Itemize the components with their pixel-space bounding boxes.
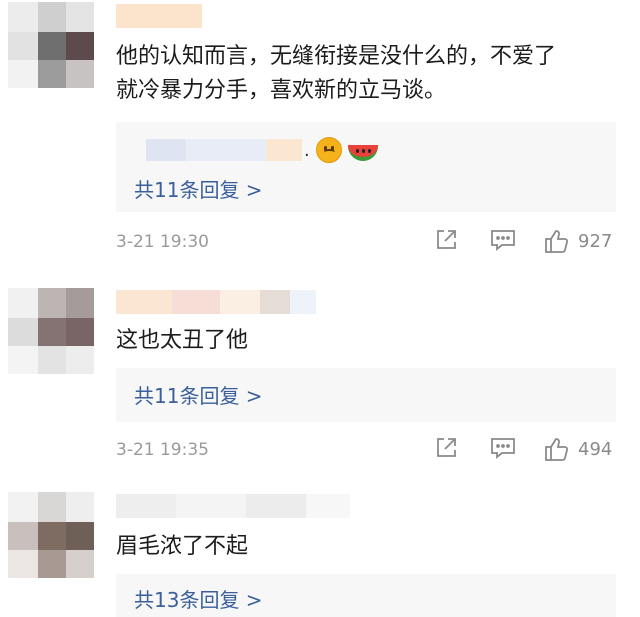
avatar[interactable] xyxy=(8,288,94,374)
comment-item: 这也太丑了他 共11条回复 > 3-21 19:35 494 xyxy=(0,284,640,484)
username-blurred[interactable] xyxy=(116,494,350,518)
comment-text: 他的认知而言，无缝衔接是没什么的，不爱了 就冷暴力分手，喜欢新的立马谈。 xyxy=(116,40,556,108)
reply-preview-text: . xyxy=(304,139,310,161)
reply-preview: . xyxy=(146,134,378,166)
comment-button[interactable] xyxy=(490,436,516,460)
reply-count-link[interactable]: 共13条回复 > xyxy=(134,584,263,613)
reply-box[interactable]: 共11条回复 > xyxy=(116,368,616,422)
like-button[interactable]: 927 xyxy=(544,228,612,254)
comment-button[interactable] xyxy=(490,228,516,252)
reply-count-link[interactable]: 共11条回复 > xyxy=(134,380,263,409)
comment-item: 他的认知而言，无缝衔接是没什么的，不爱了 就冷暴力分手，喜欢新的立马谈。 . 共… xyxy=(0,0,640,260)
watermelon-emoji-icon xyxy=(347,145,378,161)
like-count: 494 xyxy=(578,438,613,460)
comment-text-line: 眉毛浓了不起 xyxy=(116,534,249,559)
timestamp: 3-21 19:35 xyxy=(116,440,209,460)
reply-box[interactable]: . 共11条回复 > xyxy=(116,122,616,212)
comment-text-line: 这也太丑了他 xyxy=(116,328,249,353)
thumbs-up-icon xyxy=(545,230,569,253)
username-blurred[interactable] xyxy=(116,4,202,28)
comment-text: 这也太丑了他 xyxy=(116,324,248,358)
avatar[interactable] xyxy=(8,2,94,88)
timestamp: 3-21 19:30 xyxy=(116,232,209,252)
comment-text-line: 就冷暴力分手，喜欢新的立马谈。 xyxy=(116,78,447,103)
reply-box[interactable]: 共13条回复 > xyxy=(116,574,616,617)
comment-meta: 3-21 19:35 494 xyxy=(116,436,624,466)
like-count: 927 xyxy=(578,230,613,252)
comment-text-line: 他的认知而言，无缝衔接是没什么的，不爱了 xyxy=(116,44,557,69)
like-button[interactable]: 494 xyxy=(544,436,612,462)
username-blurred[interactable] xyxy=(116,290,316,314)
reply-count-link[interactable]: 共11条回复 > xyxy=(134,174,263,203)
comment-icon xyxy=(491,438,515,459)
share-icon xyxy=(437,230,456,249)
comment-text: 眉毛浓了不起 xyxy=(116,530,248,564)
comment-item: 眉毛浓了不起 共13条回复 > xyxy=(0,490,640,617)
share-button[interactable] xyxy=(434,436,458,460)
thumbs-up-icon xyxy=(545,438,569,461)
avatar[interactable] xyxy=(8,492,94,578)
comment-meta: 3-21 19:30 927 xyxy=(116,228,624,258)
share-button[interactable] xyxy=(434,228,458,252)
share-icon xyxy=(437,438,456,457)
upside-down-face-emoji-icon xyxy=(315,137,342,163)
comment-icon xyxy=(491,230,515,251)
